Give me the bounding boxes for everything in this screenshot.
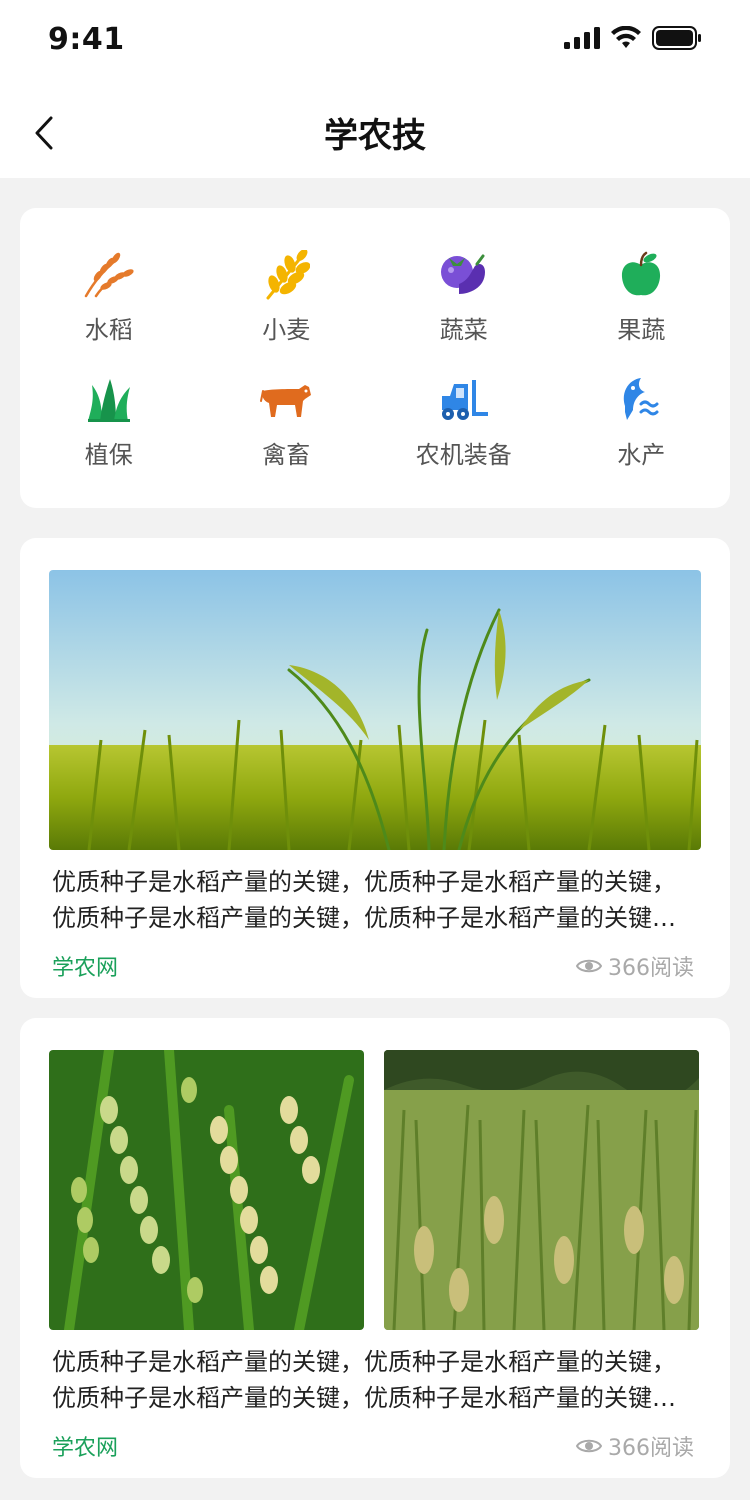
read-count-text: 366阅读 bbox=[608, 1436, 694, 1461]
article-summary: 优质种子是水稻产量的关键，优质种子是水稻产量的关键，优质种子是水稻产量的关键，优… bbox=[52, 868, 676, 932]
eggplant-icon bbox=[437, 248, 491, 302]
page-title: 学农技 bbox=[324, 116, 426, 156]
article-source[interactable]: 学农网 bbox=[52, 950, 118, 982]
article-image-2 bbox=[384, 1050, 699, 1330]
article-card[interactable]: 优质种子是水稻产量的关键，优质种子是水稻产量的关键，优质种子是水稻产量的关键，优… bbox=[20, 538, 730, 998]
status-icons bbox=[564, 26, 702, 50]
status-bar: 9:41 bbox=[0, 0, 750, 88]
fish-icon bbox=[614, 373, 668, 427]
battery-icon bbox=[652, 26, 701, 50]
category-rice[interactable]: 水稻 bbox=[20, 248, 198, 345]
category-label: 禽畜 bbox=[262, 441, 311, 469]
category-label: 果蔬 bbox=[617, 316, 666, 344]
forklift-icon bbox=[437, 373, 491, 427]
category-grid: 水稻 小麦 蔬菜 果蔬 植保 禽畜 农机装备 水产 bbox=[20, 248, 730, 470]
article-hero-image bbox=[49, 570, 701, 850]
nav-bar: 学农技 bbox=[0, 88, 750, 178]
article-summary: 优质种子是水稻产量的关键，优质种子是水稻产量的关键，优质种子是水稻产量的关键，优… bbox=[52, 1348, 676, 1412]
read-count: 366阅读 bbox=[576, 950, 694, 982]
category-label: 蔬菜 bbox=[439, 316, 488, 344]
category-card: 水稻 小麦 蔬菜 果蔬 植保 禽畜 农机装备 水产 bbox=[20, 208, 730, 508]
apple-icon bbox=[614, 248, 668, 302]
article-source[interactable]: 学农网 bbox=[52, 1430, 118, 1462]
read-count: 366阅读 bbox=[576, 1430, 694, 1462]
article-card[interactable]: 优质种子是水稻产量的关键，优质种子是水稻产量的关键，优质种子是水稻产量的关键，优… bbox=[20, 1018, 730, 1478]
category-fruits[interactable]: 果蔬 bbox=[553, 248, 731, 345]
wifi-icon bbox=[611, 26, 641, 48]
category-label: 水产 bbox=[617, 441, 666, 469]
status-time: 9:41 bbox=[48, 22, 125, 57]
category-label: 农机装备 bbox=[415, 441, 512, 469]
category-aquaculture[interactable]: 水产 bbox=[553, 373, 731, 470]
eye-icon bbox=[576, 1439, 602, 1453]
read-count-text: 366阅读 bbox=[608, 956, 694, 981]
category-machinery[interactable]: 农机装备 bbox=[375, 373, 553, 470]
category-wheat[interactable]: 小麦 bbox=[198, 248, 376, 345]
article-image-1 bbox=[49, 1050, 364, 1330]
category-livestock[interactable]: 禽畜 bbox=[198, 373, 376, 470]
category-plant-protection[interactable]: 植保 bbox=[20, 373, 198, 470]
grass-icon bbox=[82, 373, 136, 427]
category-label: 植保 bbox=[84, 441, 133, 469]
eye-icon bbox=[576, 959, 602, 973]
rice-icon bbox=[82, 248, 136, 302]
wheat-icon bbox=[259, 248, 313, 302]
category-vegetables[interactable]: 蔬菜 bbox=[375, 248, 553, 345]
category-label: 水稻 bbox=[84, 316, 133, 344]
cow-icon bbox=[259, 373, 313, 427]
category-label: 小麦 bbox=[262, 316, 311, 344]
signal-icon bbox=[564, 27, 600, 49]
